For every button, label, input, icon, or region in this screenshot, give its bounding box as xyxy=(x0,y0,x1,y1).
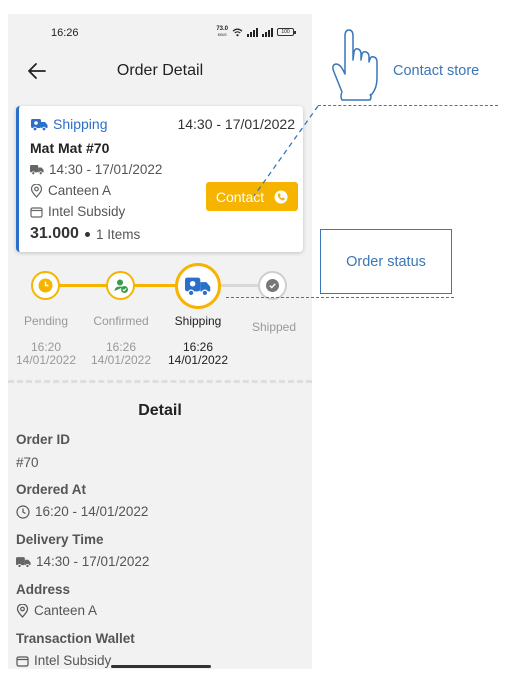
wifi-icon xyxy=(232,28,243,36)
wallet-icon xyxy=(16,655,29,667)
annotation-leader-line xyxy=(318,105,498,106)
step-label-shipping: Shipping xyxy=(174,314,222,328)
battery-icon: 100 xyxy=(277,28,296,36)
truck-icon xyxy=(31,118,48,131)
order-card[interactable]: Shipping 14:30 - 17/01/2022 Mat Mat #70 … xyxy=(16,106,303,252)
order-status-label: Shipping xyxy=(53,116,108,132)
separator-dot xyxy=(84,231,90,237)
hand-pointer-icon xyxy=(332,29,378,101)
section-divider xyxy=(8,380,312,383)
price-row: 31.000 1 Items xyxy=(30,225,140,243)
location-pin-icon xyxy=(16,603,29,618)
step-timestamp-pending: 16:20 14/01/2022 xyxy=(15,340,77,367)
status-time: 16:26 xyxy=(51,27,79,39)
order-progress-stepper: Pending Confirmed Shipping Shipped 16:20… xyxy=(8,263,312,374)
wallet-value: Intel Subsidy xyxy=(48,204,126,219)
address-label: Address xyxy=(16,582,71,597)
step-shipped xyxy=(258,271,287,300)
page: 16:26 73.0 KB/S 100 Order Detail Shippin… xyxy=(0,0,509,693)
status-bar: 16:26 73.0 KB/S 100 xyxy=(8,14,312,50)
phone-screen: 16:26 73.0 KB/S 100 Order Detail Shippin… xyxy=(8,14,312,669)
signal-icon xyxy=(247,27,258,37)
clock-icon xyxy=(38,278,53,293)
delivery-time-value: 14:30 - 17/01/2022 xyxy=(49,162,163,177)
contact-store-annotation: Contact store xyxy=(393,63,480,79)
step-timestamp-shipping: 16:26 14/01/2022 xyxy=(167,340,229,367)
ordered-at-label: Ordered At xyxy=(16,482,87,497)
step-label-pending: Pending xyxy=(23,314,69,328)
detail-title: Detail xyxy=(138,402,182,419)
step-pending xyxy=(31,271,60,300)
page-title: Order Detail xyxy=(116,62,204,79)
delivery-time-value: 14:30 - 17/01/2022 xyxy=(16,554,149,569)
location-pin-icon xyxy=(30,183,43,198)
signal-icon-2 xyxy=(262,27,273,37)
ordered-at-value: 16:20 - 14/01/2022 xyxy=(16,504,148,519)
order-status: Shipping xyxy=(31,116,108,132)
truck-icon xyxy=(30,164,44,175)
delivery-time-label: Delivery Time xyxy=(16,532,104,547)
wallet-icon xyxy=(30,206,43,218)
status-icons: 73.0 KB/S 100 xyxy=(216,26,296,38)
network-speed: 73.0 KB/S xyxy=(216,26,228,37)
location-value: Canteen A xyxy=(48,183,112,198)
contact-button[interactable]: Contact xyxy=(206,182,298,211)
item-count: 1 Items xyxy=(95,226,141,242)
app-header: Order Detail xyxy=(8,56,312,86)
location-row: Canteen A xyxy=(30,183,111,198)
order-id-label: Order ID xyxy=(16,432,71,447)
clock-icon xyxy=(16,504,30,519)
phone-icon xyxy=(274,190,288,203)
home-indicator[interactable] xyxy=(111,665,211,668)
delivery-time-row: 14:30 - 17/01/2022 xyxy=(30,162,162,177)
contact-button-label: Contact xyxy=(215,188,265,205)
user-check-icon xyxy=(114,279,128,293)
step-shipping xyxy=(175,263,221,309)
wallet-row: Intel Subsidy xyxy=(30,204,125,219)
delivery-slot: 14:30 - 17/01/2022 xyxy=(177,116,295,132)
step-label-confirmed: Confirmed xyxy=(93,314,149,328)
order-total: 31.000 xyxy=(30,225,79,242)
wallet-label: Transaction Wallet xyxy=(16,631,135,646)
step-timestamp-confirmed: 16:26 14/01/2022 xyxy=(90,340,152,367)
order-status-annotation: Order status xyxy=(320,229,452,294)
step-confirmed xyxy=(106,271,135,300)
order-id-value: #70 xyxy=(16,455,39,470)
wallet-value: Intel Subsidy xyxy=(16,653,111,668)
annotation-leader-line xyxy=(226,297,454,298)
truck-icon xyxy=(185,277,211,296)
truck-icon xyxy=(16,556,31,568)
shop-name: Mat Mat #70 xyxy=(30,140,110,156)
address-value: Canteen A xyxy=(16,603,97,618)
step-label-shipped: Shipped xyxy=(251,320,297,334)
badge-check-icon xyxy=(266,279,279,292)
